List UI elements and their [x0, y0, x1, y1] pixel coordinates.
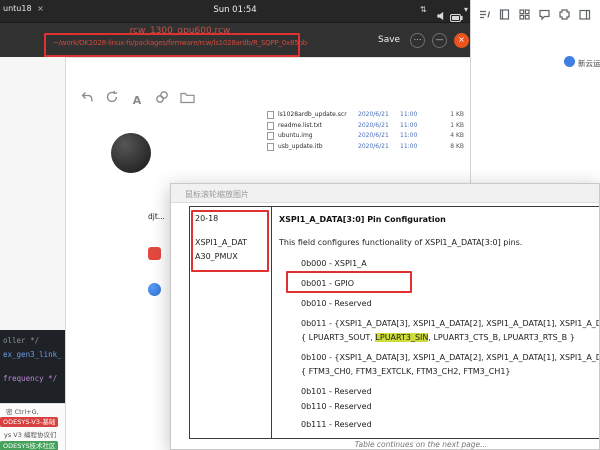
undo-icon[interactable]	[79, 89, 95, 105]
folder-icon[interactable]	[179, 89, 195, 105]
file-size: 8 KB	[426, 143, 464, 150]
file-row[interactable]: ls1028ardb_update.scr 2020/6/21 11:00 1 …	[262, 110, 470, 120]
table-column-divider	[271, 206, 272, 439]
file-date: 2020/6/21	[358, 111, 389, 118]
editor-filepath: ~/work/OK1028-linux-fs/packages/firmware…	[20, 39, 340, 47]
file-size: 1 KB	[426, 122, 464, 129]
file-icon	[267, 132, 274, 140]
bookmark-badge-red: ODESYS-V3-基础	[0, 417, 58, 427]
table-heading: XSPI1_A_DATA[3:0] Pin Configuration	[279, 215, 446, 224]
option-0b100-line2: { FTM3_CH0, FTM3_EXTCLK, FTM3_CH2, FTM3_…	[301, 367, 511, 376]
file-name: ubuntu.img	[278, 132, 313, 139]
option-0b010: 0b010 - Reserved	[301, 299, 372, 308]
clock: Sun 01:54	[0, 5, 470, 15]
blue-app-badge[interactable]	[148, 283, 161, 296]
bookmark-favicon	[564, 56, 575, 67]
avatar[interactable]	[111, 133, 151, 173]
editor-header-bar: rcw_1300_gpu600.rcw ~/work/OK1028-linux-…	[0, 22, 470, 57]
book-icon[interactable]	[498, 6, 511, 19]
popup-title: 鼠标滚轮缩放图片	[185, 189, 249, 200]
font-icon[interactable]: A	[129, 89, 145, 105]
file-time: 11:00	[400, 132, 417, 139]
chat-icon[interactable]	[538, 6, 551, 19]
file-row[interactable]: readme.list.txt 2020/6/21 11:00 1 KB	[262, 121, 470, 131]
desktop-top-bar: untu18 × Sun 01:54 ⇅ ▾	[0, 0, 470, 22]
bookmark-item[interactable]: ODESYS技术社区	[0, 440, 58, 450]
table-bits: 20-18	[195, 214, 218, 223]
code-editor-fragment: oller */ ex_gen3_link_ frequency */	[0, 330, 65, 403]
file-name: usb_update.itb	[278, 143, 323, 150]
option-text: { LPUART3_SOUT,	[301, 333, 375, 342]
bookmark-item[interactable]: ys V3 编程协议们	[4, 429, 56, 439]
file-size: 1 KB	[426, 111, 464, 118]
file-date: 2020/6/21	[358, 132, 389, 139]
bookmark-item[interactable]: 新云运算符..	[578, 58, 600, 69]
file-time: 11:00	[400, 122, 417, 129]
table-border-bottom	[189, 438, 600, 439]
contact-label[interactable]: djt...	[148, 212, 165, 221]
red-app-badge[interactable]	[148, 247, 161, 260]
table-border-left	[189, 206, 190, 439]
refresh-icon[interactable]	[104, 89, 120, 105]
caret-down-icon[interactable]: ▾	[464, 5, 468, 14]
option-0b100-line1: 0b100 - {XSPI1_A_DATA[3], XSPI1_A_DATA[2…	[301, 353, 600, 362]
grid-icon[interactable]	[518, 6, 531, 19]
file-name: ls1028ardb_update.scr	[278, 111, 347, 118]
file-icon	[267, 122, 274, 130]
file-icon	[267, 143, 274, 151]
option-0b011-line2: { LPUART3_SOUT, LPUART3_SIN, LPUART3_CTS…	[301, 333, 575, 342]
file-date: 2020/6/21	[358, 122, 389, 129]
table-field-name: A30_PMUX	[195, 252, 238, 261]
file-size: 4 KB	[426, 132, 464, 139]
close-button[interactable]: ×	[454, 33, 469, 48]
option-0b000: 0b000 - XSPI1_A	[301, 259, 367, 268]
option-0b110: 0b110 - Reserved	[301, 402, 372, 411]
table-field-name: XSPI1_A_DAT	[195, 238, 247, 247]
side-panel-icon[interactable]	[578, 6, 591, 19]
save-button[interactable]: Save	[378, 35, 400, 45]
option-0b011-line1: 0b011 - {XSPI1_A_DATA[3], XSPI1_A_DATA[2…	[301, 319, 600, 328]
editor-title-block: rcw_1300_gpu600.rcw ~/work/OK1028-linux-…	[20, 26, 340, 47]
window-menu-button[interactable]: ⋯	[410, 33, 425, 48]
screen: untu18 × Sun 01:54 ⇅ ▾ rcw_1300_gpu600.r…	[0, 0, 600, 450]
bookmark-item[interactable]: ODESYS-V3-基础	[0, 416, 58, 426]
bookmarks-fragment: 密 Ctrl+G, ODESYS-V3-基础 ys V3 编程协议们 ODESY…	[0, 403, 65, 450]
popup-titlebar[interactable]: 鼠标滚轮缩放图片	[171, 184, 600, 203]
code-line: frequency */	[3, 374, 57, 383]
file-time: 11:00	[400, 143, 417, 150]
code-line: ex_gen3_link_	[3, 350, 62, 359]
table-description: This field configures functionality of X…	[279, 238, 522, 247]
option-text: , LPUART3_CTS_B, LPUART3_RTS_B }	[428, 333, 574, 342]
file-row[interactable]: usb_update.itb 2020/6/21 11:00 8 KB	[262, 142, 470, 152]
minimize-button[interactable]: —	[432, 33, 447, 48]
option-0b101: 0b101 - Reserved	[301, 387, 372, 396]
code-line: oller */	[3, 336, 39, 345]
option-0b001: 0b001 - GPIO	[301, 279, 354, 288]
reading-list-icon[interactable]	[478, 6, 491, 19]
bookmark-item[interactable]: 密 Ctrl+G,	[6, 406, 39, 416]
option-0b111: 0b111 - Reserved	[301, 420, 372, 429]
highlighted-signal: LPUART3_SIN	[375, 333, 428, 342]
file-time: 11:00	[400, 111, 417, 118]
extension-icon[interactable]	[558, 6, 571, 19]
image-preview-popup: 鼠标滚轮缩放图片 20-18 XSPI1_A_DAT A30_PMUX XSPI…	[170, 183, 600, 450]
browser-panel: 新云运算符..	[470, 0, 600, 183]
table-continues-note: Table continues on the next page...	[211, 440, 600, 449]
file-row[interactable]: ubuntu.img 2020/6/21 11:00 4 KB	[262, 131, 470, 141]
file-icon	[267, 111, 274, 119]
font-icon-label: A	[133, 94, 142, 107]
file-date: 2020/6/21	[358, 143, 389, 150]
editor-filename: rcw_1300_gpu600.rcw	[20, 26, 340, 36]
table-border-top	[189, 206, 600, 207]
network-icon[interactable]: ⇅	[420, 5, 427, 14]
link-icon[interactable]	[154, 89, 170, 105]
bookmark-badge-green: ODESYS技术社区	[0, 441, 58, 450]
file-name: readme.list.txt	[278, 122, 322, 129]
